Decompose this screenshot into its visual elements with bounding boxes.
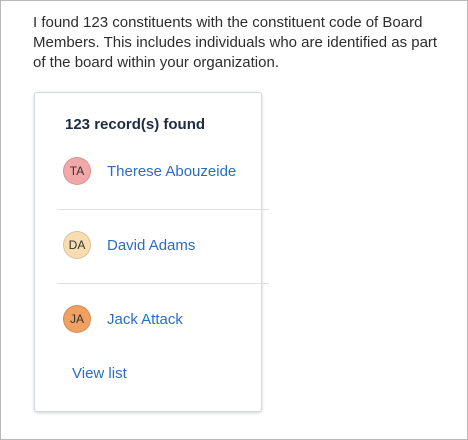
assistant-message: I found 123 constituents with the consti… [33,14,438,71]
chat-response-panel: I found 123 constituents with the consti… [0,0,468,440]
avatar: JA [63,305,91,333]
record-item-therese-abouzeide[interactable]: TA Therese Abouzeide [63,157,236,185]
records-count-title: 123 record(s) found [65,116,206,133]
avatar: DA [63,231,91,259]
divider [57,209,269,210]
record-name-link[interactable]: David Adams [107,237,195,254]
record-name-link[interactable]: Jack Attack [107,311,183,328]
view-list-link[interactable]: View list [72,365,127,382]
record-item-david-adams[interactable]: DA David Adams [63,231,195,259]
record-item-jack-attack[interactable]: JA Jack Attack [63,305,183,333]
record-name-link[interactable]: Therese Abouzeide [107,163,236,180]
records-card: 123 record(s) found TA Therese Abouzeide… [34,92,269,412]
avatar: TA [63,157,91,185]
divider [57,283,269,284]
